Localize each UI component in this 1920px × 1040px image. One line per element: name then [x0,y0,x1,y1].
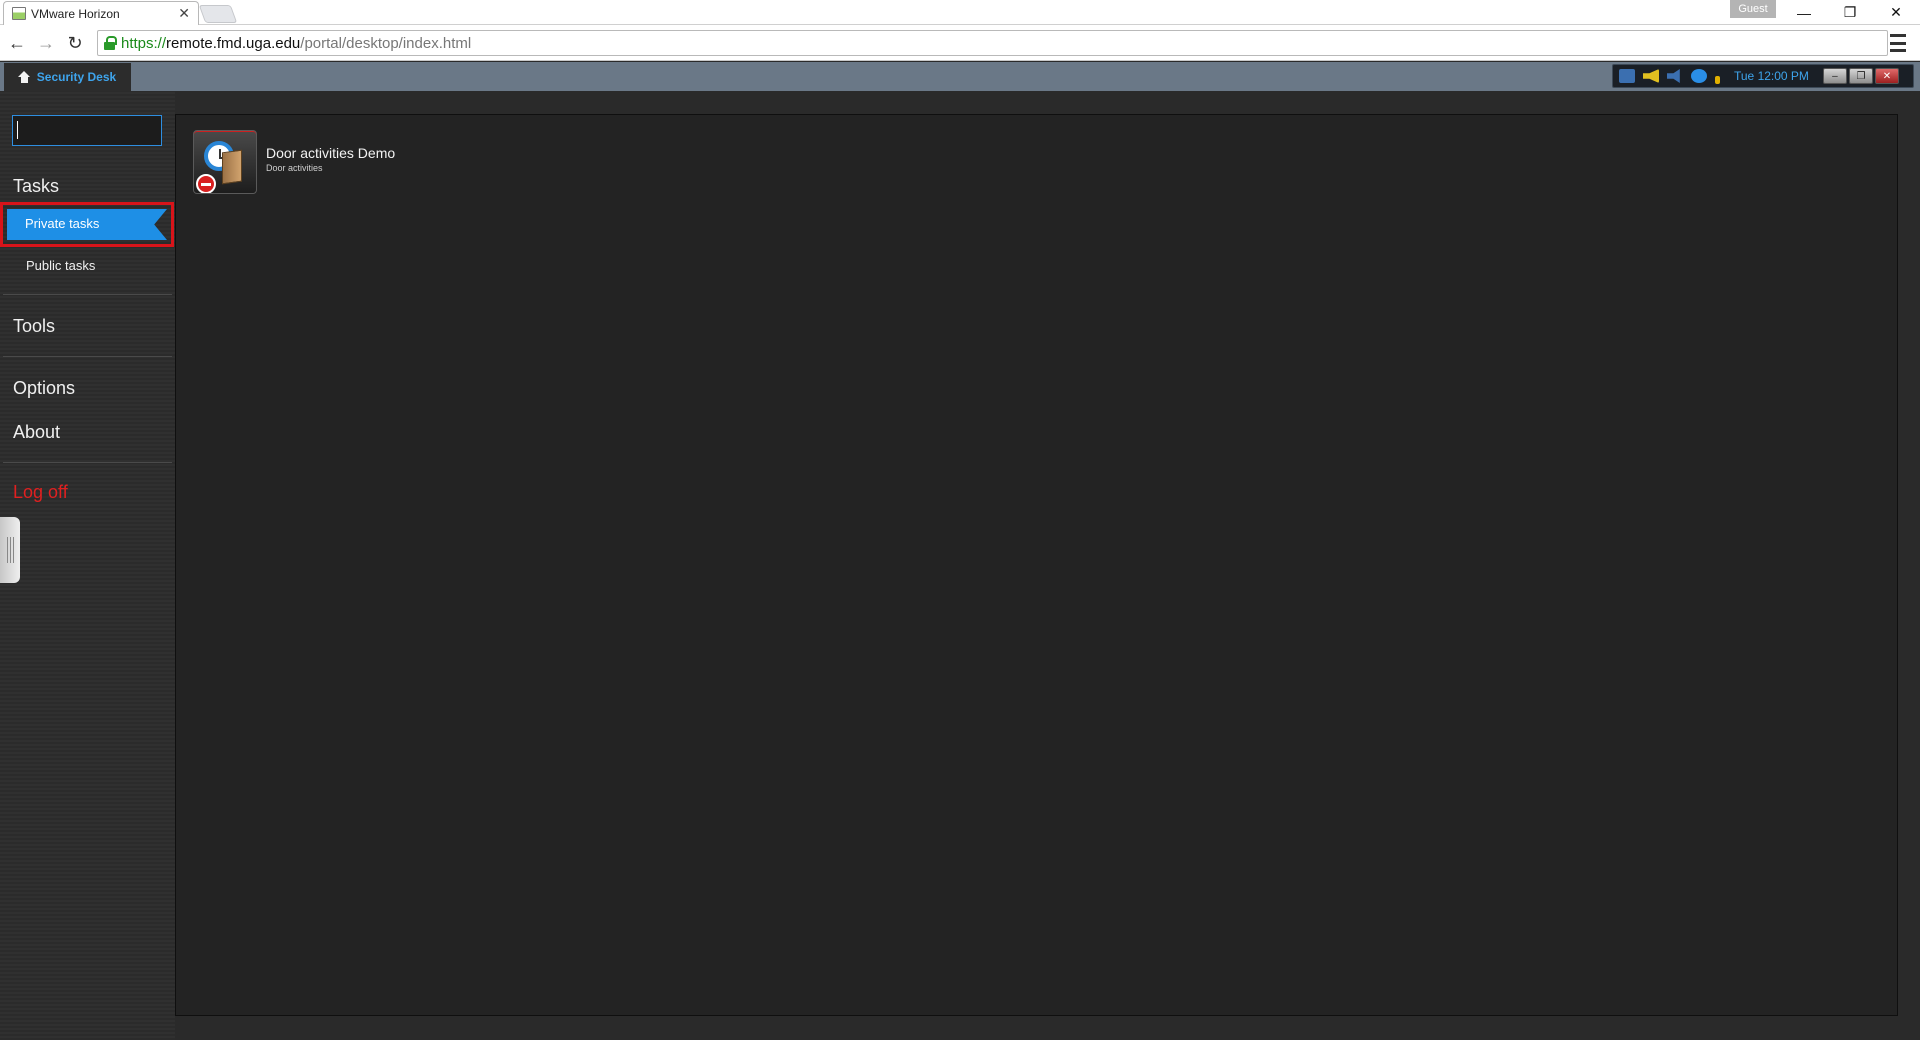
window-close-button[interactable]: ✕ [1873,0,1919,25]
home-icon [17,70,30,83]
home-tab-label: Security Desk [36,70,117,84]
new-tab-button[interactable] [198,5,238,23]
session-close-button[interactable]: ✕ [1874,68,1899,84]
browser-menu-icon[interactable] [1890,34,1906,52]
tab-close-icon[interactable]: ✕ [178,5,190,22]
divider [3,294,172,295]
text-caret [17,121,18,139]
search-input[interactable] [12,115,162,146]
log-off-link[interactable]: Log off [13,482,68,503]
window-minimize-button[interactable]: — [1781,0,1827,25]
url-scheme: https:// [121,34,167,52]
sidebar-item-private-tasks[interactable]: Private tasks [0,202,174,247]
sidebar-item-about[interactable]: About [13,422,60,443]
session-restore-button[interactable]: ❐ [1848,68,1873,84]
vmware-favicon-icon [12,7,26,20]
sidebar-item-options[interactable]: Options [13,378,75,399]
network-globe-icon[interactable] [1691,69,1707,83]
home-tab[interactable]: Security Desk [4,63,131,91]
window-restore-button[interactable]: ❐ [1827,0,1873,25]
sidebar-item-tools[interactable]: Tools [13,316,55,337]
divider [3,356,172,357]
task-tile[interactable]: Door activities Demo Door activities [193,130,423,194]
session-minimize-button[interactable]: – [1822,68,1847,84]
door-icon [222,149,242,185]
door-activities-icon [193,130,257,194]
no-entry-icon [196,174,216,193]
browser-tab-strip: VMware Horizon ✕ Guest — ❐ ✕ [0,0,1920,25]
task-title: Door activities Demo [266,145,396,161]
guest-profile-badge[interactable]: Guest [1730,0,1776,18]
browser-tab[interactable]: VMware Horizon ✕ [3,1,199,25]
sidebar-collapse-handle[interactable] [0,517,20,583]
signal-icon[interactable] [1715,76,1720,84]
address-bar[interactable]: https:// remote.fmd.uga.edu /portal/desk… [97,30,1888,56]
app-header: Security Desk Tue 12:00 PM – ❐ ✕ [0,62,1920,91]
notification-icon[interactable] [1643,69,1659,83]
sidebar: Tasks Private tasks Public tasks Tools O… [0,91,175,1040]
browser-toolbar: ← → ↻ https:// remote.fmd.uga.edu /porta… [0,25,1920,61]
task-subtitle: Door activities [266,163,323,173]
reload-button[interactable]: ↻ [63,31,87,55]
url-host: remote.fmd.uga.edu [166,34,301,52]
lock-icon [104,36,117,50]
forward-button[interactable]: → [34,31,58,55]
divider [3,462,172,463]
task-list-panel: Door activities Demo Door activities [175,114,1898,1016]
tab-title: VMware Horizon [31,6,120,21]
task-text: Door activities Demo Door activities [266,130,395,173]
monitor-icon[interactable] [1619,69,1635,83]
sidebar-item-label: Private tasks [25,216,100,231]
back-button[interactable]: ← [5,31,29,55]
sidebar-item-public-tasks[interactable]: Public tasks [26,258,95,273]
volume-icon[interactable] [1667,69,1680,83]
sidebar-heading-tasks[interactable]: Tasks [13,176,59,197]
url-path: /portal/desktop/index.html [300,34,472,52]
tray-clock[interactable]: Tue 12:00 PM [1734,69,1809,83]
system-tray: Tue 12:00 PM – ❐ ✕ [1612,64,1914,88]
